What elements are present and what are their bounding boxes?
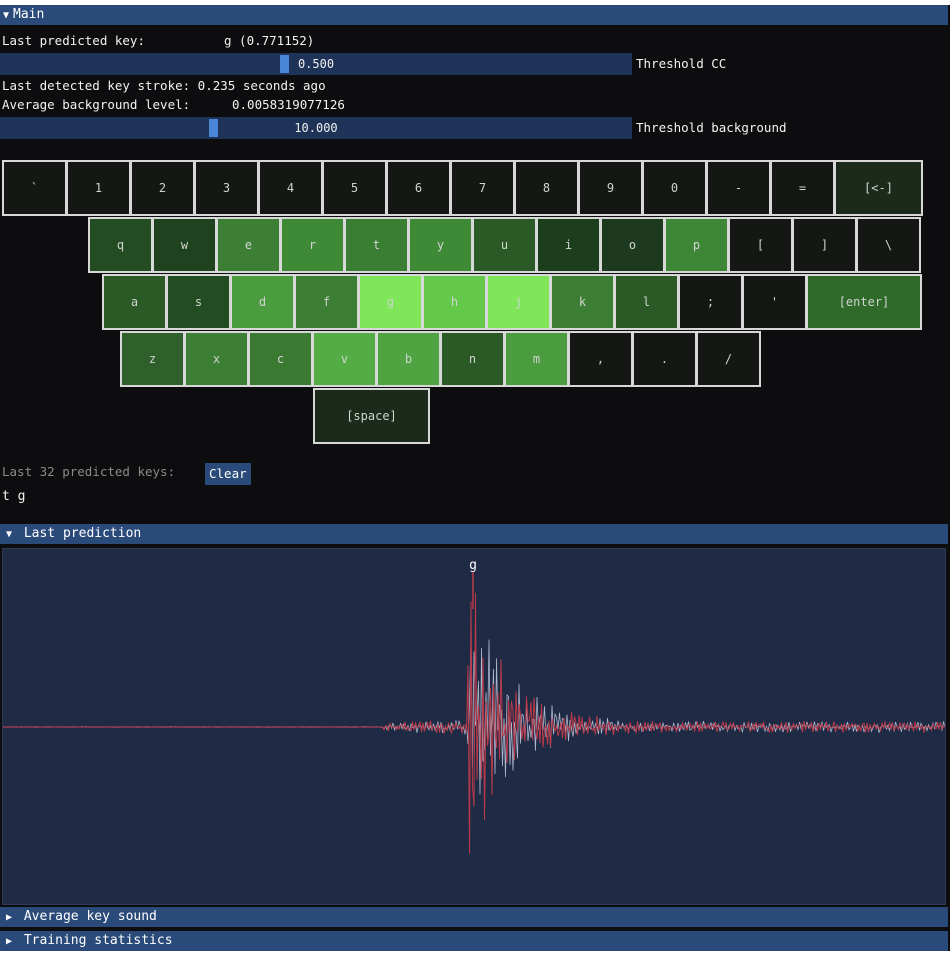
key-0-0: ` bbox=[2, 160, 67, 216]
key-0-13: [<-] bbox=[834, 160, 923, 216]
app-window: ▼ Main Last predicted key: g (0.771152) 0… bbox=[0, 5, 950, 951]
key-3-7: , bbox=[568, 331, 633, 387]
avg-background-value: 0.0058319077126 bbox=[232, 97, 345, 112]
expand-arrow-icon: ▶ bbox=[6, 912, 13, 923]
key-1-6: u bbox=[472, 217, 537, 273]
key-0-9: 9 bbox=[578, 160, 643, 216]
waveform-primary-trace bbox=[2, 592, 946, 854]
key-0-10: 0 bbox=[642, 160, 707, 216]
waveform-plot: g bbox=[2, 548, 946, 905]
last-32-keys-label: Last 32 predicted keys: bbox=[2, 464, 176, 479]
key-3-0: z bbox=[120, 331, 185, 387]
key-2-0: a bbox=[102, 274, 167, 330]
key-0-11: - bbox=[706, 160, 771, 216]
main-collapsing-header[interactable]: ▼ Main bbox=[0, 5, 948, 25]
key-3-4: b bbox=[376, 331, 441, 387]
key-1-0: q bbox=[88, 217, 153, 273]
key-0-2: 2 bbox=[130, 160, 195, 216]
average-key-sound-header[interactable]: ▶ Average key sound bbox=[0, 907, 948, 927]
last-predicted-key-value: g (0.771152) bbox=[224, 33, 315, 48]
key-3-5: n bbox=[440, 331, 505, 387]
avg-background-label: Average background level: bbox=[2, 97, 191, 112]
key-3-2: c bbox=[248, 331, 313, 387]
key-2-8: l bbox=[614, 274, 679, 330]
threshold-background-slider[interactable]: 10.000 bbox=[0, 117, 632, 139]
key-1-12: \ bbox=[856, 217, 921, 273]
key-3-3: v bbox=[312, 331, 377, 387]
last-prediction-title: Last prediction bbox=[23, 526, 142, 541]
key-1-7: i bbox=[536, 217, 601, 273]
key-1-11: ] bbox=[792, 217, 857, 273]
key-1-3: r bbox=[280, 217, 345, 273]
key-2-11: [enter] bbox=[806, 274, 922, 330]
key-2-6: j bbox=[486, 274, 551, 330]
key-2-2: d bbox=[230, 274, 295, 330]
key-4-0: [space] bbox=[313, 388, 430, 444]
training-statistics-header[interactable]: ▶ Training statistics bbox=[0, 931, 948, 951]
key-3-8: . bbox=[632, 331, 697, 387]
key-2-7: k bbox=[550, 274, 615, 330]
last-predicted-key-label: Last predicted key: bbox=[2, 33, 145, 48]
waveform-svg: g bbox=[2, 558, 946, 854]
key-1-4: t bbox=[344, 217, 409, 273]
key-2-10: ' bbox=[742, 274, 807, 330]
key-0-12: = bbox=[770, 160, 835, 216]
clear-button[interactable]: Clear bbox=[205, 463, 251, 485]
collapse-arrow-icon: ▼ bbox=[3, 10, 10, 21]
key-2-1: s bbox=[166, 274, 231, 330]
key-0-3: 3 bbox=[194, 160, 259, 216]
key-0-5: 5 bbox=[322, 160, 387, 216]
threshold-background-label: Threshold background bbox=[636, 120, 787, 135]
expand-arrow-icon: ▶ bbox=[6, 936, 13, 947]
key-2-3: f bbox=[294, 274, 359, 330]
key-0-1: 1 bbox=[66, 160, 131, 216]
key-3-1: x bbox=[184, 331, 249, 387]
key-1-2: e bbox=[216, 217, 281, 273]
key-3-6: m bbox=[504, 331, 569, 387]
key-2-9: ; bbox=[678, 274, 743, 330]
key-0-8: 8 bbox=[514, 160, 579, 216]
training-statistics-title: Training statistics bbox=[23, 933, 173, 948]
threshold-background-value: 10.000 bbox=[294, 121, 338, 135]
average-key-sound-title: Average key sound bbox=[23, 909, 157, 924]
threshold-cc-slider[interactable]: 0.500 bbox=[0, 53, 632, 75]
prediction-marker-label: g bbox=[469, 558, 477, 573]
key-0-7: 7 bbox=[450, 160, 515, 216]
key-0-4: 4 bbox=[258, 160, 323, 216]
key-0-6: 6 bbox=[386, 160, 451, 216]
key-1-5: y bbox=[408, 217, 473, 273]
key-1-10: [ bbox=[728, 217, 793, 273]
key-1-1: w bbox=[152, 217, 217, 273]
last-prediction-header[interactable]: ▼ Last prediction bbox=[0, 524, 948, 544]
predicted-keys-history: t g bbox=[2, 489, 26, 504]
key-2-4: g bbox=[358, 274, 423, 330]
key-3-9: / bbox=[696, 331, 761, 387]
key-2-5: h bbox=[422, 274, 487, 330]
key-1-9: p bbox=[664, 217, 729, 273]
threshold-cc-label: Threshold CC bbox=[636, 56, 727, 71]
main-header-title: Main bbox=[13, 7, 45, 22]
key-1-8: o bbox=[600, 217, 665, 273]
collapse-arrow-icon: ▼ bbox=[6, 529, 13, 540]
threshold-cc-value: 0.500 bbox=[297, 57, 335, 71]
last-keystroke-text: Last detected key stroke: 0.235 seconds … bbox=[2, 78, 326, 93]
